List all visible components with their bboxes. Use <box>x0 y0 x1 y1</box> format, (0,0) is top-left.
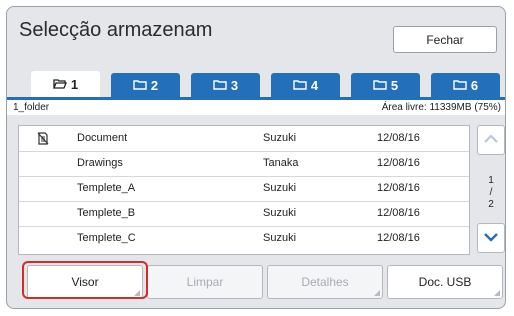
file-list: Document Suzuki 12/08/16 Drawings Tanaka… <box>18 125 470 255</box>
folder-name: 1_folder <box>13 102 50 113</box>
file-date: 12/08/16 <box>377 157 420 169</box>
list-item[interactable]: Templete_A Suzuki 12/08/16 <box>19 176 469 202</box>
tab-folder-5[interactable]: 5 <box>351 73 420 97</box>
page-separator: / <box>489 187 493 198</box>
file-owner: Suzuki <box>263 182 297 194</box>
corner-mark-icon <box>494 290 500 296</box>
file-date: 12/08/16 <box>377 182 420 194</box>
tab-folder-3[interactable]: 3 <box>191 73 260 97</box>
folder-info-bar: 1_folder Área livre: 11339MB (75%) <box>7 97 505 115</box>
clear-button[interactable]: Limpar <box>147 265 263 299</box>
file-date: 12/08/16 <box>377 232 420 244</box>
folder-icon <box>293 80 307 90</box>
file-name: Templete_B <box>77 207 136 219</box>
list-item[interactable]: Document Suzuki 12/08/16 <box>19 126 469 152</box>
file-date: 12/08/16 <box>377 207 420 219</box>
chevron-down-icon <box>483 229 499 247</box>
list-item[interactable]: Templete_C Suzuki 12/08/16 <box>19 226 469 251</box>
folder-icon <box>213 80 227 90</box>
folder-open-icon <box>52 79 67 89</box>
tab-folder-6[interactable]: 6 <box>431 73 500 97</box>
folder-icon <box>453 80 467 90</box>
page-total: 2 <box>488 199 494 210</box>
tab-label: 3 <box>230 77 239 93</box>
details-button[interactable]: Detalhes <box>267 265 383 299</box>
tab-folder-4[interactable]: 4 <box>271 73 340 97</box>
tab-label: 4 <box>310 77 319 93</box>
close-button[interactable]: Fechar <box>393 26 497 53</box>
folder-icon <box>133 80 147 90</box>
scroll-down-button[interactable] <box>477 223 505 253</box>
chevron-up-icon <box>483 131 499 149</box>
folder-icon <box>373 80 387 90</box>
file-date: 12/08/16 <box>377 132 420 144</box>
tab-label: 5 <box>390 77 399 93</box>
corner-mark-icon <box>374 290 380 296</box>
file-owner: Suzuki <box>263 232 297 244</box>
document-status-icon <box>37 132 49 148</box>
list-item[interactable]: Templete_B Suzuki 12/08/16 <box>19 201 469 227</box>
file-owner: Suzuki <box>263 132 297 144</box>
page-indicator: 1 / 2 <box>477 175 505 211</box>
viewer-highlight-outline <box>22 261 148 299</box>
free-space: Área livre: 11339MB (75%) <box>381 102 501 113</box>
folder-tabs: 1 2 3 4 5 6 <box>7 65 505 97</box>
usb-button-label: Doc. USB <box>418 275 472 289</box>
page-current: 1 <box>488 175 494 186</box>
file-name: Document <box>77 132 128 144</box>
list-item[interactable]: Drawings Tanaka 12/08/16 <box>19 151 469 177</box>
file-name: Templete_C <box>77 232 136 244</box>
file-name: Templete_A <box>77 182 136 194</box>
clear-button-label: Limpar <box>186 275 224 289</box>
tab-label: 1 <box>70 76 79 92</box>
file-owner: Suzuki <box>263 207 297 219</box>
window-title: Selecção armazenam <box>19 19 213 41</box>
details-button-label: Detalhes <box>301 275 349 289</box>
tab-folder-2[interactable]: 2 <box>111 73 180 97</box>
storage-selection-panel: Selecção armazenam Fechar 1 2 3 4 5 6 1_… <box>6 6 506 309</box>
tab-folder-1[interactable]: 1 <box>31 71 100 97</box>
scroll-up-button[interactable] <box>477 125 505 155</box>
usb-document-button[interactable]: Doc. USB <box>387 265 503 299</box>
tab-label: 2 <box>150 77 159 93</box>
tab-label: 6 <box>470 77 479 93</box>
file-name: Drawings <box>77 157 123 169</box>
file-owner: Tanaka <box>263 157 299 169</box>
